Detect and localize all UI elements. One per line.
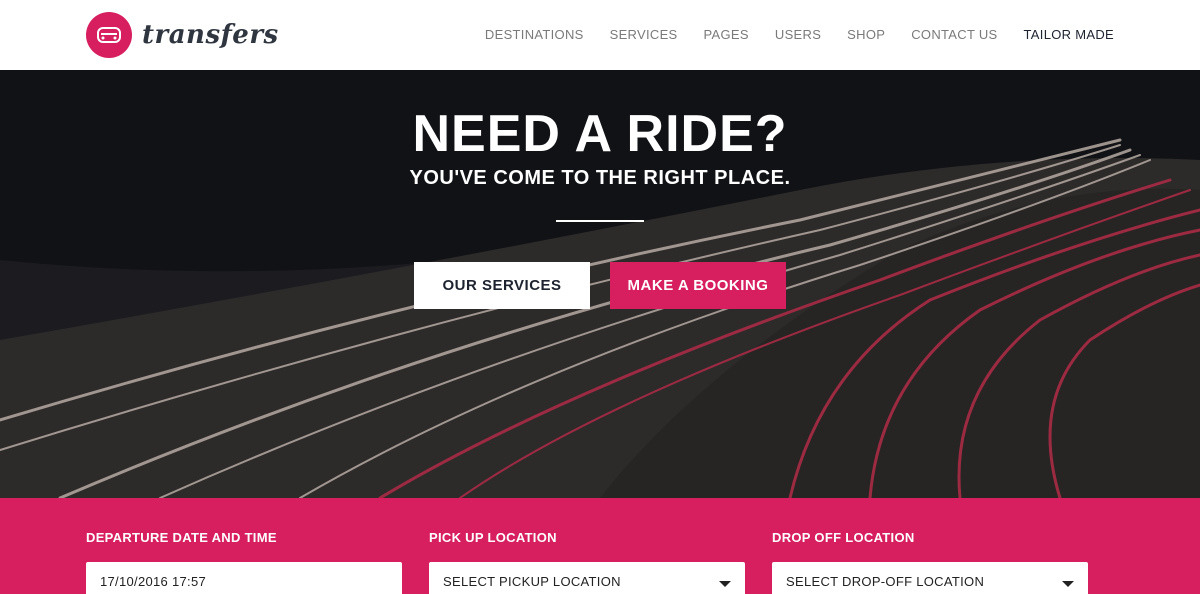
our-services-button[interactable]: OUR SERVICES <box>414 262 590 309</box>
dropoff-select-value: SELECT DROP-OFF LOCATION <box>786 574 985 589</box>
nav-users[interactable]: USERS <box>775 26 821 44</box>
hero-section: NEED A RIDE? YOU'VE COME TO THE RIGHT PL… <box>0 70 1200 498</box>
hero-divider <box>556 220 644 222</box>
nav-destinations[interactable]: DESTINATIONS <box>485 26 584 44</box>
chevron-down-icon <box>719 581 731 587</box>
hero-title: NEED A RIDE? <box>412 105 788 163</box>
departure-label: DEPARTURE DATE AND TIME <box>86 530 277 545</box>
car-icon <box>86 12 132 58</box>
departure-datetime-input[interactable]: 17/10/2016 17:57 <box>86 562 402 594</box>
nav-shop[interactable]: SHOP <box>847 26 885 44</box>
chevron-down-icon <box>1062 581 1074 587</box>
nav-contact-us[interactable]: CONTACT US <box>911 26 997 44</box>
hero-subtitle: YOU'VE COME TO THE RIGHT PLACE. <box>409 167 791 189</box>
main-nav: DESTINATIONS SERVICES PAGES USERS SHOP C… <box>459 26 1114 44</box>
dropoff-location-select[interactable]: SELECT DROP-OFF LOCATION <box>772 562 1088 594</box>
site-logo[interactable]: transfers <box>86 12 279 58</box>
logo-text: transfers <box>142 20 279 50</box>
pickup-location-select[interactable]: SELECT PICKUP LOCATION <box>429 562 745 594</box>
booking-form: DEPARTURE DATE AND TIME 17/10/2016 17:57… <box>0 498 1200 594</box>
make-a-booking-button[interactable]: MAKE A BOOKING <box>610 262 786 309</box>
nav-pages[interactable]: PAGES <box>704 26 749 44</box>
pickup-label: PICK UP LOCATION <box>429 530 557 545</box>
nav-services[interactable]: SERVICES <box>610 26 678 44</box>
site-header: transfers DESTINATIONS SERVICES PAGES US… <box>0 0 1200 70</box>
dropoff-label: DROP OFF LOCATION <box>772 530 915 545</box>
pickup-select-value: SELECT PICKUP LOCATION <box>443 574 621 589</box>
nav-tailor-made[interactable]: TAILOR MADE <box>1024 26 1114 44</box>
